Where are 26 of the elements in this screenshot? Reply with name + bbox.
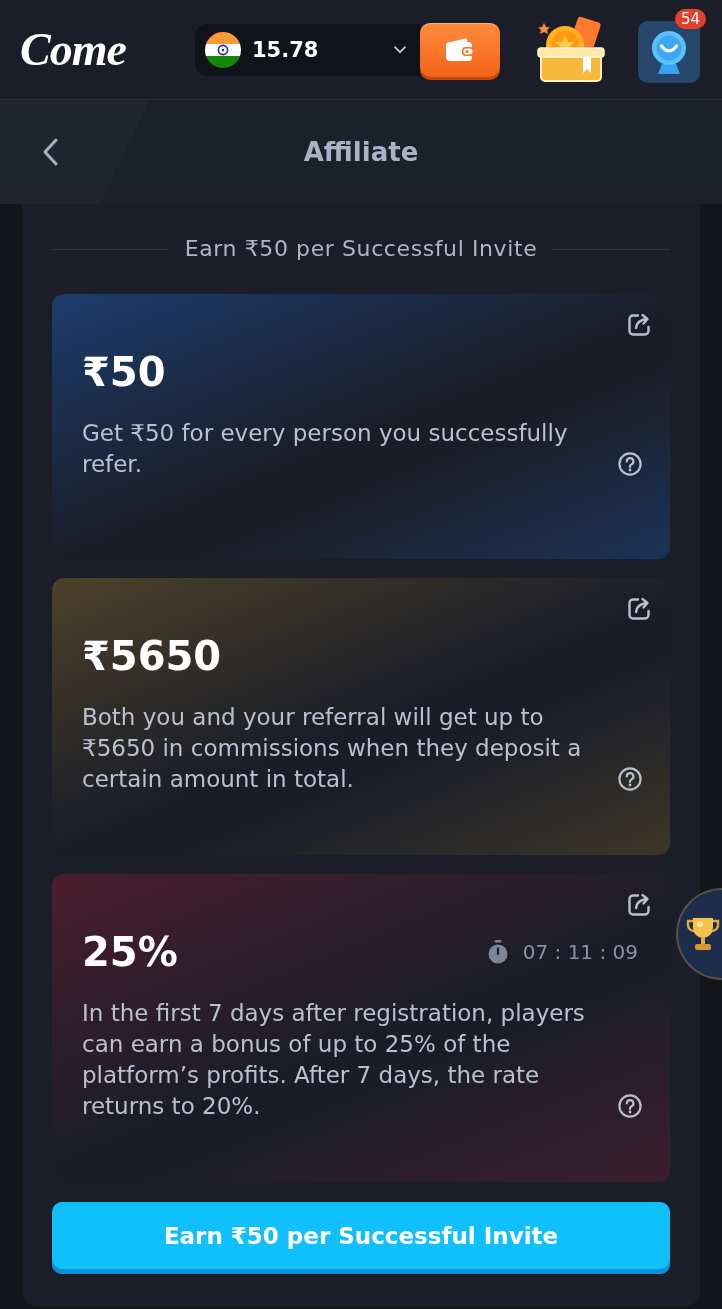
reward-amount: ₹5650	[82, 632, 222, 680]
share-icon[interactable]	[626, 312, 652, 338]
reward-amount: ₹50	[82, 348, 166, 396]
chevron-left-icon	[42, 138, 58, 166]
wallet-icon	[445, 38, 475, 62]
share-icon[interactable]	[626, 892, 652, 918]
countdown-timer: 07 : 11 : 09	[522, 940, 638, 964]
notification-badge: 54	[674, 8, 706, 29]
reward-description: In the first 7 days after registration, players can earn a bonus of up to 25% of the platform’s profits. After 7 days, the rate returns to 20%.	[82, 999, 586, 1121]
reward-description: Get ₹50 for every person you successfully refer.	[82, 419, 569, 479]
help-icon[interactable]	[618, 1094, 642, 1118]
help-icon[interactable]	[618, 452, 642, 476]
stopwatch-icon	[486, 940, 509, 964]
page-title: Affiliate	[303, 137, 419, 167]
balance-dropdown[interactable]: 15.78	[195, 23, 420, 76]
balance-amount: 15.78	[252, 37, 320, 62]
reward-amount: 25%	[82, 928, 178, 976]
help-icon[interactable]	[618, 767, 642, 791]
wallet-button[interactable]	[420, 22, 500, 77]
reward-description: Both you and your referral will get up to ₹5650 in commissions when they deposit a certain amount in total.	[82, 703, 583, 794]
section-title: Earn ₹50 per Successful Invite	[184, 236, 538, 262]
treasure-chest-icon[interactable]	[535, 14, 607, 85]
flag-icon	[205, 31, 241, 68]
smiley-orb-icon	[649, 29, 689, 74]
chevron-down-icon	[394, 45, 406, 54]
share-icon[interactable]	[626, 596, 652, 622]
